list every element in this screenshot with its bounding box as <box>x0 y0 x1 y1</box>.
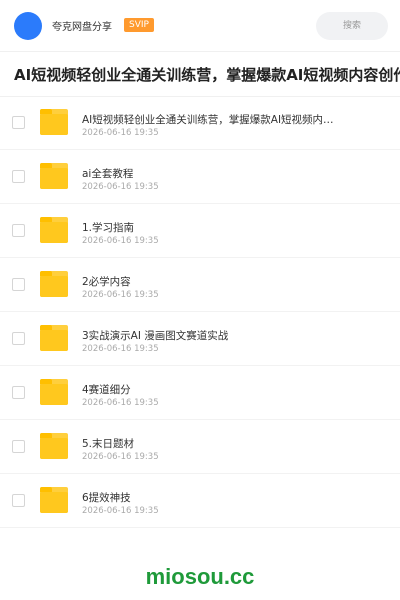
brand-name: 夸克网盘分享 <box>52 22 112 33</box>
list-item[interactable]: 5.末日题材 2026-06-16 19:35 <box>0 420 400 474</box>
file-name: ai全套教程 <box>82 168 134 180</box>
page-title: AI短视频轻创业全通关训练营，掌握爆款AI短视频内容创作 <box>14 66 400 84</box>
checkbox[interactable] <box>12 494 25 507</box>
list-item[interactable]: ai全套教程 2026-06-16 19:35 <box>0 150 400 204</box>
list-item[interactable]: 2必学内容 2026-06-16 19:35 <box>0 258 400 312</box>
checkbox[interactable] <box>12 386 25 399</box>
file-name: 3实战演示AI 漫画图文赛道实战 <box>82 330 229 342</box>
list-item[interactable]: 3实战演示AI 漫画图文赛道实战 2026-06-16 19:35 <box>0 312 400 366</box>
file-name: 5.末日题材 <box>82 438 135 450</box>
share-header: 夸克网盘分享 SVIP 搜索 <box>0 0 400 52</box>
file-name: 4赛道细分 <box>82 384 131 396</box>
folder-icon <box>40 217 68 243</box>
checkbox[interactable] <box>12 170 25 183</box>
folder-icon <box>40 163 68 189</box>
folder-icon <box>40 487 68 513</box>
file-name: 2必学内容 <box>82 276 131 288</box>
folder-icon <box>40 109 68 135</box>
file-name: 1.学习指南 <box>82 222 135 234</box>
watermark: miosou.cc <box>145 564 255 589</box>
file-date: 2026-06-16 19:35 <box>82 452 159 462</box>
list-item[interactable]: 1.学习指南 2026-06-16 19:35 <box>0 204 400 258</box>
file-list: AI短视频轻创业全通关训练营，掌握爆款AI短视频内… 2026-06-16 19… <box>0 96 400 528</box>
file-date: 2026-06-16 19:35 <box>82 398 159 408</box>
file-name: 6提效神技 <box>82 492 131 504</box>
file-date: 2026-06-16 19:35 <box>82 236 159 246</box>
folder-icon <box>40 271 68 297</box>
list-item[interactable]: 6提效神技 2026-06-16 19:35 <box>0 474 400 528</box>
file-name: AI短视频轻创业全通关训练营，掌握爆款AI短视频内… <box>82 114 334 126</box>
file-date: 2026-06-16 19:35 <box>82 182 159 192</box>
file-date: 2026-06-16 19:35 <box>82 344 159 354</box>
svip-badge: SVIP <box>124 18 154 32</box>
checkbox[interactable] <box>12 224 25 237</box>
file-date: 2026-06-16 19:35 <box>82 128 159 138</box>
folder-icon <box>40 325 68 351</box>
file-date: 2026-06-16 19:35 <box>82 290 159 300</box>
folder-icon <box>40 433 68 459</box>
folder-icon <box>40 379 68 405</box>
file-date: 2026-06-16 19:35 <box>82 506 159 516</box>
checkbox[interactable] <box>12 116 25 129</box>
list-item[interactable]: AI短视频轻创业全通关训练营，掌握爆款AI短视频内… 2026-06-16 19… <box>0 96 400 150</box>
search-button[interactable]: 搜索 <box>316 12 388 40</box>
checkbox[interactable] <box>12 440 25 453</box>
checkbox[interactable] <box>12 332 25 345</box>
checkbox[interactable] <box>12 278 25 291</box>
avatar[interactable] <box>14 12 42 40</box>
list-item[interactable]: 4赛道细分 2026-06-16 19:35 <box>0 366 400 420</box>
